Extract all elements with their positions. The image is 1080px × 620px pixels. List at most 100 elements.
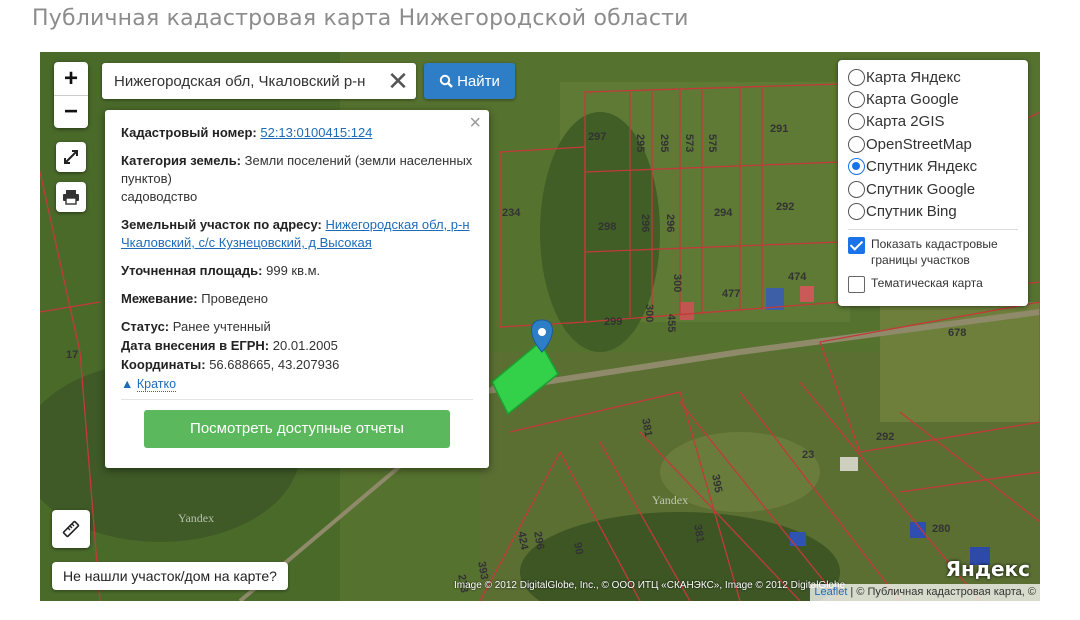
survey-label: Межевание: — [121, 291, 198, 306]
layer-option-label: Карта Яндекс — [866, 68, 961, 86]
caret-up-icon: ▲ — [121, 377, 134, 391]
parcel-info-popup: × Кадастровый номер: 52:13:0100415:124 К… — [105, 110, 489, 468]
layer-option-yandex-satellite[interactable]: Спутник Яндекс — [848, 156, 1018, 178]
category-label: Категория земель: — [121, 153, 242, 168]
not-found-button[interactable]: Не нашли участок/дом на карте? — [52, 562, 288, 590]
survey-value: Проведено — [201, 291, 268, 306]
layer-option-google-map[interactable]: Карта Google — [848, 88, 1018, 110]
layer-option-label: OpenStreetMap — [866, 135, 972, 153]
watermark: Yandex — [178, 511, 214, 525]
cadastral-label: Кадастровый номер: — [121, 125, 257, 140]
svg-text:17: 17 — [66, 349, 78, 361]
svg-text:575: 575 — [706, 134, 718, 152]
radio-button[interactable] — [848, 113, 865, 131]
svg-text:477: 477 — [722, 288, 740, 300]
svg-text:90: 90 — [571, 541, 585, 555]
svg-text:292: 292 — [776, 201, 794, 213]
coordinates-value: 56.688665, 43.207936 — [209, 357, 340, 372]
svg-text:295: 295 — [658, 134, 670, 152]
measure-button[interactable] — [52, 510, 90, 548]
expand-icon — [64, 150, 78, 164]
layer-option-label: Спутник Яндекс — [866, 158, 978, 176]
find-button-label: Найти — [457, 72, 500, 90]
radio-button[interactable] — [848, 91, 865, 109]
layer-switcher: Карта Яндекс Карта Google Карта 2GIS Ope… — [838, 60, 1028, 306]
address-label: Земельный участок по адресу: — [121, 217, 322, 232]
zoom-control: + − — [54, 62, 88, 128]
svg-text:292: 292 — [876, 431, 894, 443]
svg-text:299: 299 — [604, 316, 622, 328]
layer-option-osm[interactable]: OpenStreetMap — [848, 133, 1018, 155]
area-label: Уточненная площадь: — [121, 263, 263, 278]
brief-link[interactable]: Кратко — [136, 377, 177, 392]
imagery-attribution: Image © 2012 DigitalGlobe, Inc., © ООО И… — [454, 580, 846, 591]
layer-option-label: Карта 2GIS — [866, 113, 945, 131]
svg-text:298: 298 — [598, 221, 616, 233]
cadastral-number-link[interactable]: 52:13:0100415:124 — [260, 125, 372, 140]
find-button[interactable]: Найти — [424, 63, 515, 99]
brief-toggle[interactable]: ▲ Кратко — [121, 375, 473, 393]
yandex-logo: Яндекс — [945, 557, 1030, 581]
print-button[interactable] — [56, 182, 86, 212]
radio-button[interactable] — [848, 203, 865, 221]
divider — [848, 228, 1018, 230]
close-popup-icon[interactable]: × — [469, 113, 481, 133]
page-title: Публичная кадастровая карта Нижегородско… — [32, 6, 689, 31]
svg-text:294: 294 — [714, 207, 733, 219]
svg-text:573: 573 — [683, 134, 695, 152]
svg-text:295: 295 — [634, 134, 646, 152]
svg-text:455: 455 — [665, 314, 677, 332]
radio-button-selected[interactable] — [848, 158, 865, 176]
divider — [121, 399, 473, 400]
svg-text:474: 474 — [788, 271, 807, 283]
area-value: 999 кв.м. — [266, 263, 321, 278]
radio-button[interactable] — [848, 180, 865, 198]
svg-text:297: 297 — [588, 131, 606, 143]
watermark: Yandex — [652, 493, 688, 507]
leaflet-link[interactable]: Leaflet — [814, 586, 847, 598]
search-input[interactable]: Нижегородская обл, Чкаловский р-н — [114, 73, 380, 90]
layer-option-label: Спутник Google — [866, 180, 976, 198]
checkbox[interactable] — [848, 275, 865, 293]
zoom-in-button[interactable]: + — [54, 62, 88, 95]
status-label: Статус: — [121, 319, 170, 334]
egrn-date-value: 20.01.2005 — [272, 338, 338, 353]
svg-text:296: 296 — [639, 214, 651, 232]
checkbox-label: Тематическая карта — [871, 275, 983, 290]
status-value: Ранее учтенный — [172, 319, 271, 334]
zoom-out-button[interactable]: − — [54, 95, 88, 128]
layer-option-label: Карта Google — [866, 91, 959, 109]
layer-option-google-satellite[interactable]: Спутник Google — [848, 178, 1018, 200]
view-reports-button[interactable]: Посмотреть доступные отчеты — [144, 410, 450, 448]
map-area[interactable]: 297 295 295 573 575 291 234 298 296 296 … — [40, 52, 1040, 601]
ruler-icon — [62, 520, 80, 538]
search-box[interactable]: Нижегородская обл, Чкаловский р-н ✕ — [102, 63, 416, 99]
egrn-date-label: Дата внесения в ЕГРН: — [121, 338, 270, 353]
svg-text:300: 300 — [643, 304, 655, 322]
printer-icon — [63, 190, 79, 205]
svg-text:678: 678 — [948, 327, 966, 339]
map-attribution: Leaflet | © Публичная кадастровая карта,… — [810, 584, 1040, 601]
radio-button[interactable] — [848, 68, 865, 86]
radio-button[interactable] — [848, 135, 865, 153]
svg-text:296: 296 — [664, 214, 676, 232]
fullscreen-button[interactable] — [56, 142, 86, 172]
layer-option-label: Спутник Bing — [866, 203, 957, 221]
layer-option-yandex-map[interactable]: Карта Яндекс — [848, 66, 1018, 88]
coordinates-label: Координаты: — [121, 357, 206, 372]
pkk-attribution: © Публичная кадастровая карта, © — [856, 586, 1036, 598]
category-use: садоводство — [121, 189, 198, 204]
thematic-map-toggle[interactable]: Тематическая карта — [848, 275, 1018, 293]
svg-text:23: 23 — [802, 449, 814, 461]
checkbox-label: Показать кадастровые границы участков — [871, 236, 998, 267]
layer-option-bing-satellite[interactable]: Спутник Bing — [848, 200, 1018, 222]
clear-search-icon[interactable]: ✕ — [380, 66, 416, 97]
svg-text:234: 234 — [502, 207, 521, 219]
svg-text:280: 280 — [932, 523, 950, 535]
svg-text:291: 291 — [770, 123, 788, 135]
show-cadastral-toggle[interactable]: Показать кадастровые границы участков — [848, 236, 1018, 268]
svg-text:300: 300 — [671, 274, 683, 292]
search-icon — [439, 74, 453, 88]
checkbox-checked[interactable] — [848, 236, 865, 254]
layer-option-2gis-map[interactable]: Карта 2GIS — [848, 111, 1018, 133]
